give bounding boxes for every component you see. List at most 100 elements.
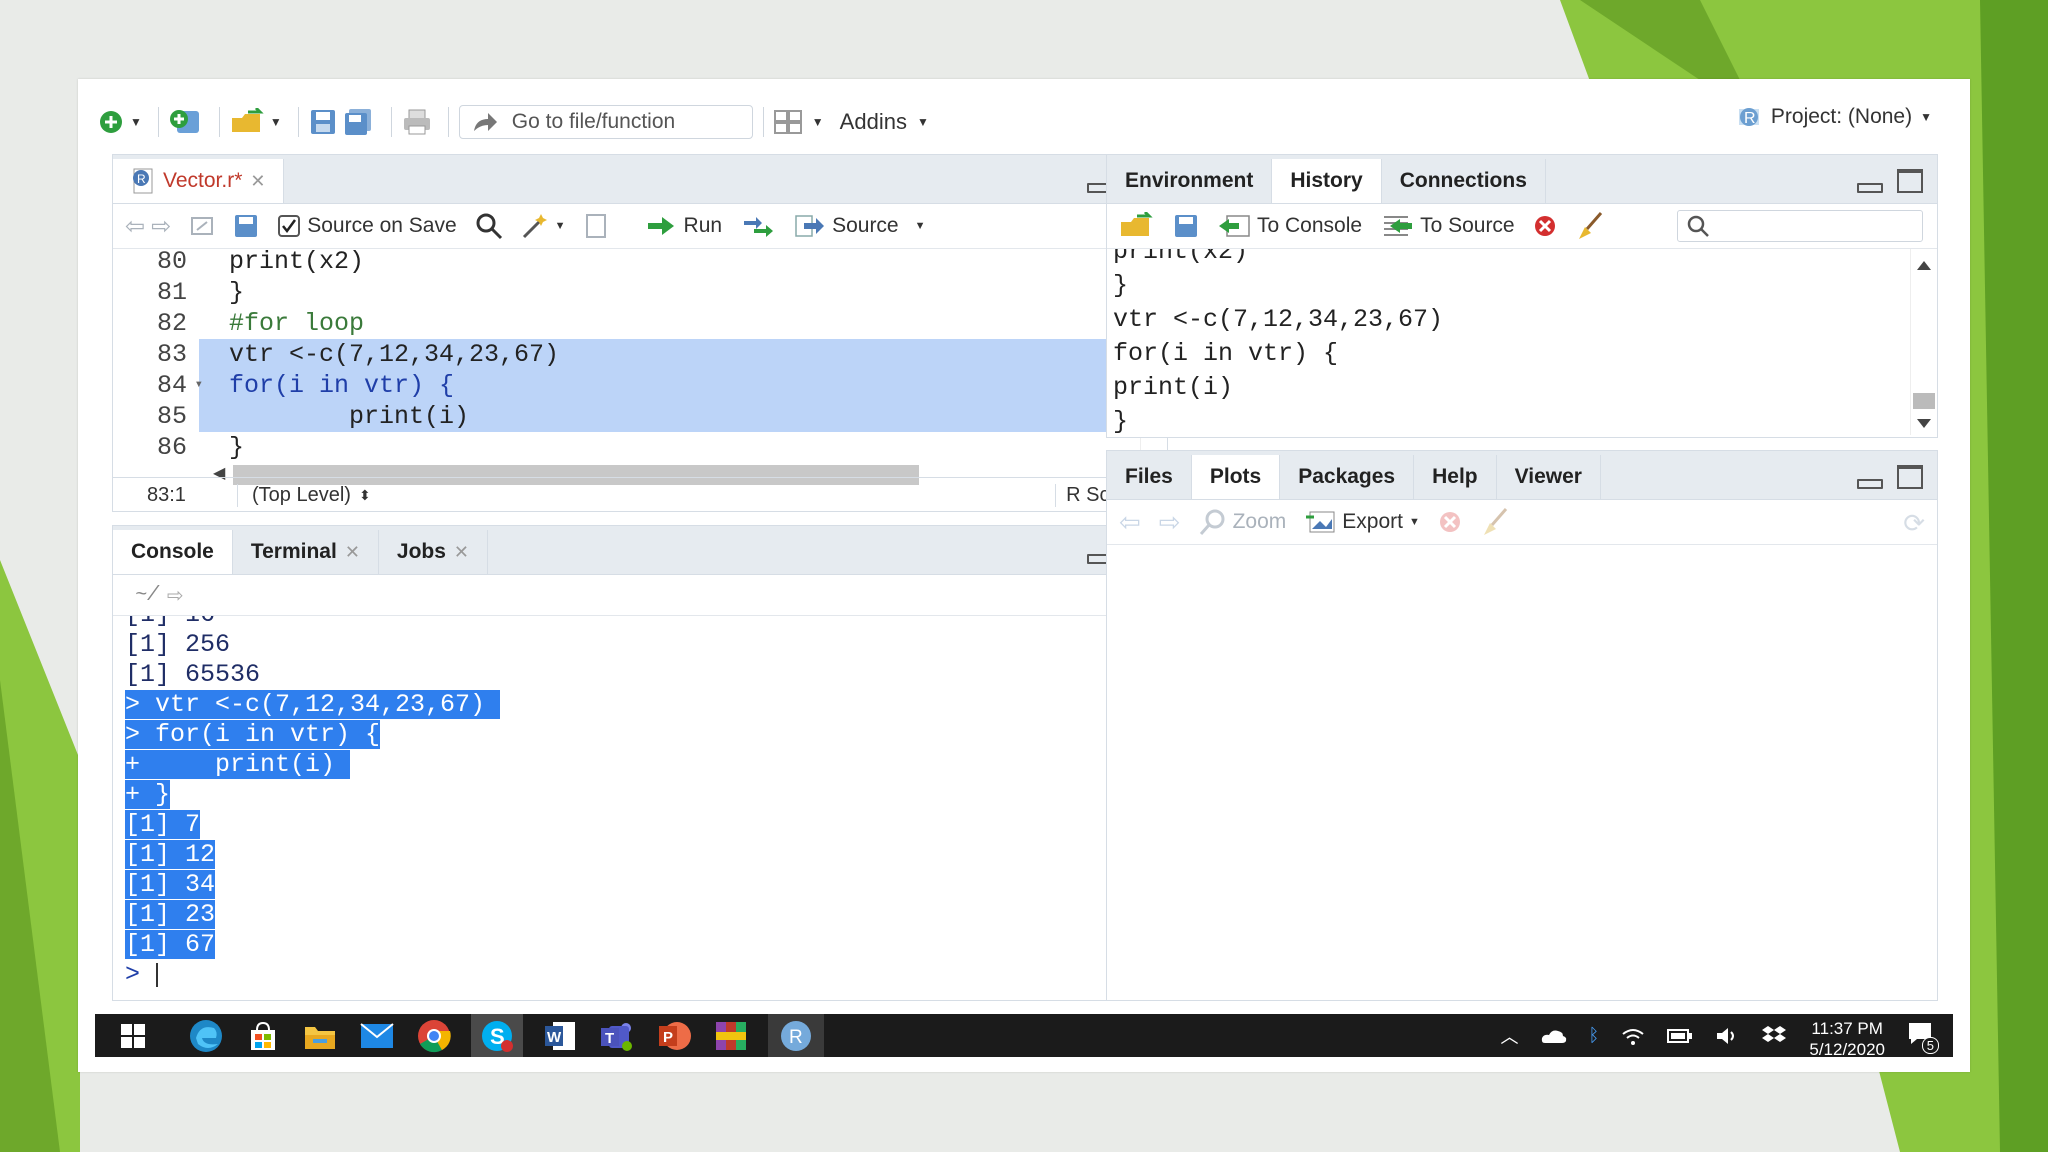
close-tab-icon[interactable]: ✕ xyxy=(345,542,360,563)
volume-icon[interactable] xyxy=(1715,1026,1739,1046)
history-entry[interactable]: } xyxy=(1113,269,1443,303)
source-on-save-checkbox[interactable]: Source on Save xyxy=(277,214,457,238)
chrome-icon[interactable] xyxy=(414,1016,454,1056)
source-button[interactable]: Source ▼ xyxy=(794,213,926,239)
teams-icon[interactable]: T xyxy=(597,1016,637,1056)
workspace-panes-button[interactable]: ▼ xyxy=(773,102,824,142)
compile-report-icon[interactable] xyxy=(584,213,608,239)
open-file-button[interactable]: ▼ xyxy=(230,102,282,142)
show-in-window-icon[interactable] xyxy=(189,214,215,238)
forward-arrow-icon[interactable]: ⇨ xyxy=(151,212,171,241)
to-source-button[interactable]: To Source xyxy=(1380,213,1515,239)
save-source-button[interactable] xyxy=(233,213,259,239)
tab-files[interactable]: Files xyxy=(1107,455,1192,499)
tab-plots[interactable]: Plots xyxy=(1191,455,1281,499)
scroll-down-icon[interactable] xyxy=(1917,419,1931,428)
to-console-button[interactable]: To Console xyxy=(1217,213,1362,239)
clear-history-button[interactable] xyxy=(1575,211,1605,241)
edge-icon[interactable] xyxy=(186,1016,226,1056)
action-center-button[interactable]: 5 xyxy=(1907,1021,1939,1054)
tab-history[interactable]: History xyxy=(1272,159,1382,203)
save-all-button[interactable] xyxy=(343,102,375,142)
goto-directory-icon[interactable]: ⇨ xyxy=(167,583,184,608)
scroll-thumb[interactable] xyxy=(1913,393,1935,409)
tab-connections[interactable]: Connections xyxy=(1382,159,1546,203)
console-pane: Console Terminal✕ Jobs✕ ~/ ⇨ [1] 16[1] 2… xyxy=(112,525,1168,1001)
code-line[interactable]: 80 print(x2) xyxy=(113,249,1141,277)
zoom-button[interactable]: Zoom xyxy=(1199,508,1286,536)
store-icon[interactable] xyxy=(243,1016,283,1056)
console-output[interactable]: [1] 16[1] 256[1] 65536> vtr <-c(7,12,34,… xyxy=(113,616,1167,1000)
search-replace-button[interactable] xyxy=(475,212,503,240)
powerpoint-icon[interactable]: P xyxy=(654,1016,694,1056)
rstudio-icon[interactable]: R xyxy=(768,1014,824,1057)
new-project-button[interactable] xyxy=(169,102,203,142)
remove-history-button[interactable] xyxy=(1533,214,1557,238)
minimize-pane-button[interactable] xyxy=(1857,183,1883,193)
mail-icon[interactable] xyxy=(357,1016,397,1056)
close-tab-icon[interactable]: ✕ xyxy=(454,542,469,563)
tab-terminal[interactable]: Terminal ✕ xyxy=(233,530,379,574)
code-tools-button[interactable]: ▼ xyxy=(521,212,566,240)
print-button[interactable] xyxy=(402,102,432,142)
previous-plot-icon[interactable]: ⇦ xyxy=(1119,507,1141,538)
tab-viewer[interactable]: Viewer xyxy=(1497,455,1601,499)
word-icon[interactable]: W xyxy=(540,1016,580,1056)
battery-icon[interactable] xyxy=(1667,1028,1693,1044)
tab-console[interactable]: Console xyxy=(113,530,233,574)
history-vertical-scrollbar[interactable] xyxy=(1910,249,1937,435)
code-editor[interactable]: 80 print(x2) 81} 82 #for loop 83 vtr <-c(7,12,… xyxy=(113,249,1167,463)
skype-icon[interactable]: S xyxy=(471,1014,523,1057)
history-list[interactable]: print(x2)} vtr <-c(7,12,34,23,67) for(i in… xyxy=(1107,249,1937,435)
winrar-icon[interactable] xyxy=(711,1016,751,1056)
remove-plot-icon[interactable] xyxy=(1438,510,1462,534)
fold-arrow-icon[interactable]: ▾ xyxy=(195,370,203,401)
history-entry[interactable]: vtr <-c(7,12,34,23,67) xyxy=(1113,303,1443,337)
goto-file-function-input[interactable]: Go to file/function xyxy=(458,105,753,139)
scroll-up-icon[interactable] xyxy=(1917,261,1931,270)
bluetooth-icon[interactable]: ᛒ xyxy=(1589,1025,1600,1046)
windows-start-icon[interactable] xyxy=(113,1016,153,1056)
addins-menu[interactable]: Addins ▼ xyxy=(840,102,929,142)
history-entry[interactable]: print(x2) xyxy=(1113,249,1443,269)
console-prompt[interactable]: > xyxy=(125,960,500,990)
clear-plots-broom-icon[interactable] xyxy=(1480,507,1510,537)
onedrive-cloud-icon[interactable] xyxy=(1541,1027,1567,1045)
history-entry[interactable]: } xyxy=(1113,405,1443,435)
back-arrow-icon[interactable]: ⇦ xyxy=(125,212,145,241)
next-plot-icon[interactable]: ⇨ xyxy=(1159,507,1181,538)
code-line[interactable]: 82 #for loop xyxy=(113,308,1141,339)
export-button[interactable]: Export ▼ xyxy=(1304,509,1420,535)
dropbox-icon[interactable] xyxy=(1761,1025,1787,1047)
new-file-button[interactable]: ▼ xyxy=(98,102,142,142)
tab-vector-r[interactable]: R Vector.r* ✕ xyxy=(113,159,285,203)
close-tab-icon[interactable]: ✕ xyxy=(250,171,265,192)
tab-environment[interactable]: Environment xyxy=(1107,159,1273,203)
code-line[interactable]: 85 print(i) xyxy=(113,401,1141,432)
code-line[interactable]: 84 ▾ for(i in vtr) { xyxy=(113,370,1141,401)
history-search-input[interactable] xyxy=(1677,210,1923,242)
tab-help[interactable]: Help xyxy=(1414,455,1497,499)
save-history-button[interactable] xyxy=(1173,213,1199,239)
minimize-pane-button[interactable] xyxy=(1857,479,1883,489)
code-line[interactable]: 83 vtr <-c(7,12,34,23,67) xyxy=(113,339,1141,370)
clock[interactable]: 11:37 PM 5/12/2020 xyxy=(1809,1018,1885,1060)
run-button[interactable]: Run xyxy=(646,214,722,238)
refresh-icon[interactable]: ⟳ xyxy=(1903,508,1925,539)
save-button[interactable] xyxy=(309,102,337,142)
show-hidden-icons-icon[interactable]: ︿ xyxy=(1501,1023,1519,1049)
code-line[interactable]: 81} xyxy=(113,277,1141,308)
project-menu[interactable]: R Project: (None) ▼ xyxy=(1735,103,1932,131)
maximize-pane-button[interactable] xyxy=(1897,169,1923,193)
rerun-button[interactable] xyxy=(740,215,776,237)
wifi-icon[interactable] xyxy=(1621,1026,1645,1046)
file-explorer-icon[interactable] xyxy=(300,1016,340,1056)
history-entry[interactable]: print(i) xyxy=(1113,371,1443,405)
history-entry[interactable]: for(i in vtr) { xyxy=(1113,337,1443,371)
scope-selector[interactable]: (Top Level) ⬍ xyxy=(237,483,371,507)
load-history-button[interactable] xyxy=(1119,212,1155,240)
code-line[interactable]: 86} xyxy=(113,432,1141,463)
maximize-pane-button[interactable] xyxy=(1897,465,1923,489)
tab-jobs[interactable]: Jobs ✕ xyxy=(379,530,489,574)
tab-packages[interactable]: Packages xyxy=(1280,455,1415,499)
